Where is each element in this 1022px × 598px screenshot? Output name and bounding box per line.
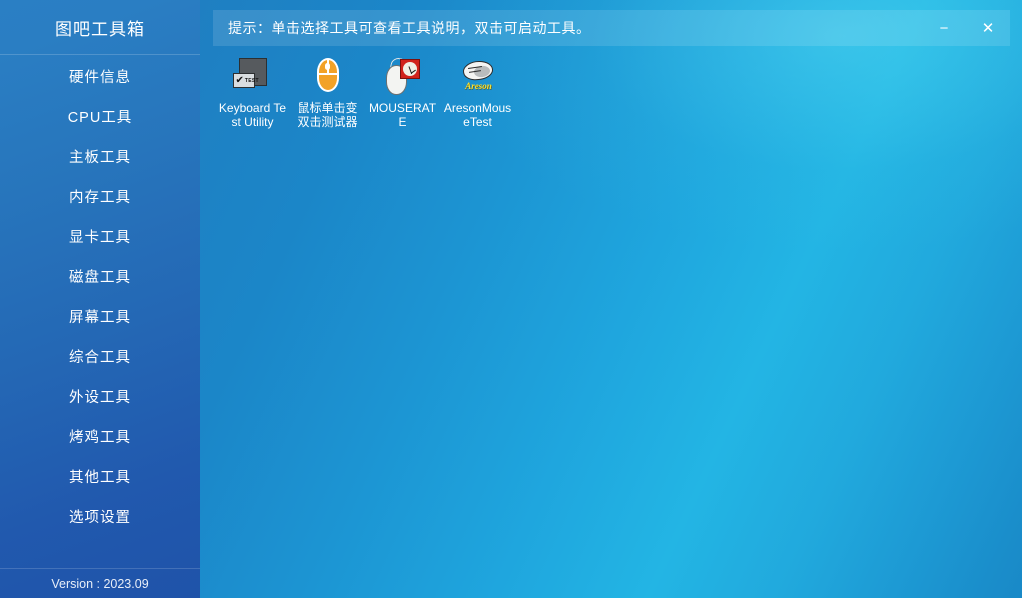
sidebar-item-settings[interactable]: 选项设置 (0, 496, 200, 536)
sidebar-item-peripheral-tools[interactable]: 外设工具 (0, 376, 200, 416)
orange-mouse-icon (306, 56, 350, 98)
areson-mouse-icon: Areson (456, 56, 500, 98)
mouse-clock-icon (381, 56, 425, 98)
sidebar-item-label: 屏幕工具 (69, 309, 131, 326)
sidebar-item-label: 其他工具 (69, 469, 131, 486)
app-title: 图吧工具箱 (55, 19, 145, 39)
sidebar-item-label: 硬件信息 (69, 69, 131, 86)
sidebar-item-gpu-tools[interactable]: 显卡工具 (0, 216, 200, 256)
sidebar-item-label: 磁盘工具 (69, 269, 131, 286)
sidebar-item-motherboard-tools[interactable]: 主板工具 (0, 136, 200, 176)
sidebar-item-label: 烤鸡工具 (69, 429, 131, 446)
keyboard-badge-shape: ✔ TEST (232, 73, 259, 88)
application-window: 图吧工具箱 硬件信息 CPU工具 主板工具 内存工具 显卡工具 磁盘工具 屏幕工… (0, 0, 1022, 598)
sidebar-item-memory-tools[interactable]: 内存工具 (0, 176, 200, 216)
sidebar-item-label: CPU工具 (67, 109, 133, 126)
test-badge-text: TEST (244, 77, 259, 84)
tool-label: AresonMouseTest (443, 101, 512, 129)
sidebar-item-general-tools[interactable]: 综合工具 (0, 336, 200, 376)
sidebar-item-cpu-tools[interactable]: CPU工具 (0, 96, 200, 136)
keyboard-test-icon: ✔ TEST (231, 56, 275, 98)
tool-label: Keyboard Test Utility (218, 101, 287, 129)
close-icon: ✕ (981, 19, 995, 37)
sidebar-menu: 硬件信息 CPU工具 主板工具 内存工具 显卡工具 磁盘工具 屏幕工具 综合工具 (0, 56, 200, 536)
sidebar-item-label: 综合工具 (69, 349, 131, 366)
sidebar-item-screen-tools[interactable]: 屏幕工具 (0, 296, 200, 336)
window-controls: − ✕ (922, 10, 1010, 46)
sidebar-item-label: 外设工具 (69, 389, 131, 406)
areson-brand-text: Areson (465, 81, 492, 91)
sidebar-item-label: 选项设置 (69, 509, 131, 526)
check-icon: ✔ (235, 74, 244, 86)
close-button[interactable]: ✕ (966, 10, 1010, 46)
tool-item-mouserate[interactable]: MOUSERATE (365, 54, 440, 130)
main-content-area: 提示：单击选择工具可查看工具说明，双击可启动工具。 − ✕ ✔ TEST Key… (200, 0, 1022, 598)
clock-face-shape (402, 62, 417, 76)
version-label: Version : 2023.09 (51, 576, 149, 591)
sidebar-item-hardware-info[interactable]: 硬件信息 (0, 56, 200, 96)
sidebar-item-label: 显卡工具 (69, 229, 131, 246)
tool-item-double-click-tester[interactable]: 鼠标单击变双击测试器 (290, 54, 365, 130)
sidebar-item-disk-tools[interactable]: 磁盘工具 (0, 256, 200, 296)
sidebar: 图吧工具箱 硬件信息 CPU工具 主板工具 内存工具 显卡工具 磁盘工具 屏幕工… (0, 0, 200, 598)
sidebar-item-label: 主板工具 (69, 149, 131, 166)
sidebar-item-label: 内存工具 (69, 189, 131, 206)
tool-item-areson-mouse-test[interactable]: Areson AresonMouseTest (440, 54, 515, 130)
clock-icon (399, 59, 420, 79)
sidebar-item-stress-test-tools[interactable]: 烤鸡工具 (0, 416, 200, 456)
minimize-button[interactable]: − (922, 10, 966, 46)
mouse-wheel-shape (325, 63, 330, 70)
clock-minute-hand (408, 65, 413, 74)
hint-text: 提示：单击选择工具可查看工具说明，双击可启动工具。 (228, 20, 591, 36)
sidebar-item-other-tools[interactable]: 其他工具 (0, 456, 200, 496)
sidebar-header: 图吧工具箱 (0, 0, 200, 55)
mouse-divider-shape (318, 73, 337, 75)
tool-label: 鼠标单击变双击测试器 (297, 101, 358, 129)
tool-label: MOUSERATE (368, 101, 437, 129)
minimize-icon: − (939, 19, 949, 37)
sidebar-footer: Version : 2023.09 (0, 568, 200, 598)
tool-item-keyboard-test-utility[interactable]: ✔ TEST Keyboard Test Utility (215, 54, 290, 130)
tool-icon-grid: ✔ TEST Keyboard Test Utility 鼠标单击变双击测试器 (215, 54, 1005, 130)
titlebar: 提示：单击选择工具可查看工具说明，双击可启动工具。 − ✕ (213, 10, 1010, 46)
